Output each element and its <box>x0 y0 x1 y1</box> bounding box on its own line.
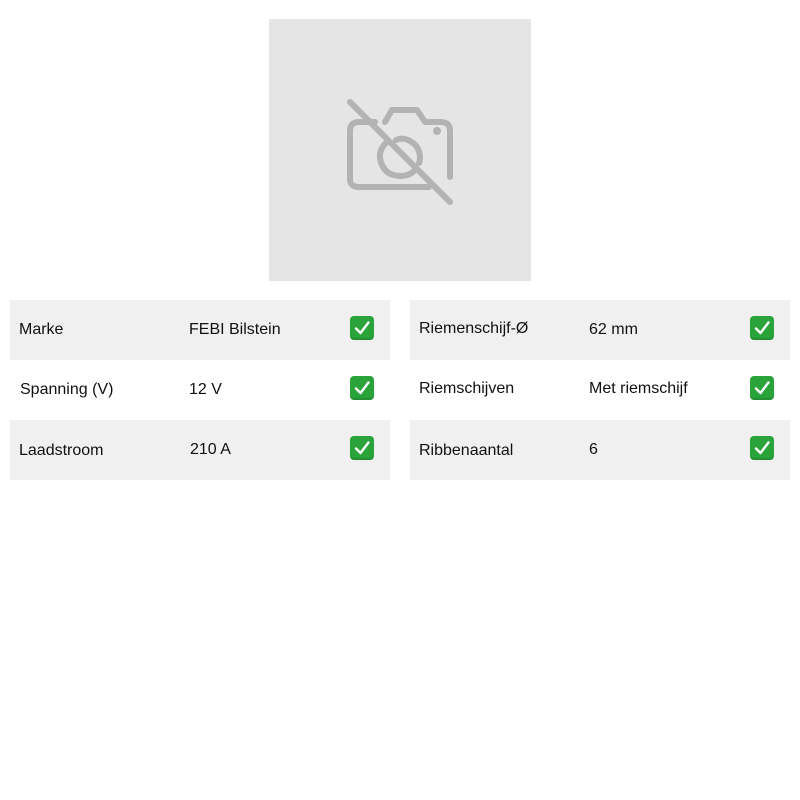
spec-row: Ribbenaantal 6 <box>410 420 790 480</box>
spec-value: 210 A <box>190 441 231 458</box>
spec-row: Marke FEBI Bilstein <box>10 300 390 360</box>
spec-value: 62 mm <box>589 321 638 338</box>
spec-value: Met riemschijf <box>589 380 688 397</box>
spec-row: Riemschijven Met riemschijf <box>410 360 790 420</box>
no-camera-icon <box>347 99 453 205</box>
spec-label: Riemschijven <box>419 380 515 397</box>
spec-row: Laadstroom 210 A <box>10 420 390 480</box>
check-icon <box>750 376 774 400</box>
check-icon <box>750 436 774 460</box>
spec-value: 6 <box>589 441 598 458</box>
spec-label: Ribbenaantal <box>419 442 514 459</box>
check-icon <box>350 436 374 460</box>
check-icon <box>350 316 374 340</box>
spec-row: Spanning (V) 12 V <box>10 360 390 420</box>
spec-table-left: Marke FEBI Bilstein Spanning (V) 12 V La… <box>10 300 390 480</box>
spec-label: Spanning (V) <box>20 381 114 398</box>
spec-row: Riemenschijf-Ø 62 mm <box>410 300 790 360</box>
spec-value: FEBI Bilstein <box>189 321 281 338</box>
spec-label: Riemenschijf-Ø <box>419 320 529 337</box>
spec-value: 12 V <box>189 381 222 398</box>
product-spec-page: Marke FEBI Bilstein Spanning (V) 12 V La… <box>0 0 800 800</box>
spec-table-right: Riemenschijf-Ø 62 mm Riemschijven Met ri… <box>410 300 790 480</box>
check-icon <box>350 376 374 400</box>
product-image-placeholder <box>269 19 531 281</box>
spec-label: Laadstroom <box>19 442 104 459</box>
check-icon <box>750 316 774 340</box>
spec-label: Marke <box>19 321 64 338</box>
